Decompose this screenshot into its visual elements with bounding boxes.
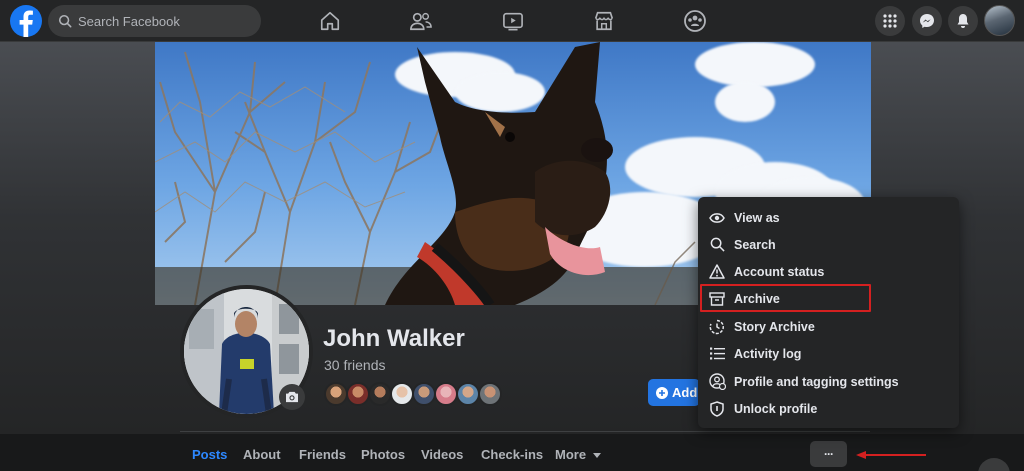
menu-item-label: View as [734, 210, 780, 225]
tab-more-label: More [555, 447, 587, 462]
tabs-divider [180, 431, 870, 432]
menu-item-story-archive[interactable]: Story Archive [698, 313, 959, 340]
menu-item-label: Profile and tagging settings [734, 374, 899, 389]
messenger-icon[interactable] [912, 6, 942, 36]
list-icon [708, 345, 726, 363]
facebook-logo-icon[interactable] [10, 5, 42, 37]
menu-item-label: Search [734, 237, 776, 252]
friends-icon[interactable] [408, 8, 434, 34]
friends-count[interactable]: 30 friends [324, 357, 385, 373]
more-options-label: ··· [824, 447, 834, 461]
more-options-button[interactable]: ··· [810, 441, 847, 467]
search-input[interactable] [78, 13, 248, 29]
tab-friends[interactable]: Friends [299, 447, 346, 462]
friend-avatar[interactable] [390, 382, 414, 406]
friend-avatar[interactable] [368, 382, 392, 406]
friend-avatar[interactable] [324, 382, 348, 406]
tab-more[interactable]: More [555, 447, 601, 462]
home-icon[interactable] [317, 8, 343, 34]
archive-highlight-box [700, 284, 871, 312]
tab-photos[interactable]: Photos [361, 447, 405, 462]
menu-item-profile-tagging-settings[interactable]: Profile and tagging settings [698, 368, 959, 395]
menu-item-activity-log[interactable]: Activity log [698, 340, 959, 367]
friend-avatar[interactable] [412, 382, 436, 406]
menu-grid-icon[interactable] [875, 6, 905, 36]
marketplace-icon[interactable] [591, 8, 617, 34]
menu-item-unlock-profile[interactable]: Unlock profile [698, 395, 959, 422]
menu-item-label: Story Archive [734, 319, 815, 334]
friend-avatar[interactable] [434, 382, 458, 406]
add-button-label: Add [672, 385, 698, 400]
menu-item-label: Unlock profile [734, 401, 818, 416]
profile-options-menu: View as Search Account status Archive St… [698, 197, 959, 428]
add-to-story-button[interactable]: Add [648, 379, 700, 406]
friend-avatar[interactable] [478, 382, 502, 406]
edit-corner-button[interactable] [978, 458, 1010, 471]
menu-item-view-as[interactable]: View as [698, 204, 959, 231]
groups-icon[interactable] [682, 8, 708, 34]
friend-avatar[interactable] [346, 382, 370, 406]
camera-icon[interactable] [279, 384, 305, 410]
notifications-icon[interactable] [948, 6, 978, 36]
menu-item-account-status[interactable]: Account status [698, 258, 959, 285]
search-icon [58, 14, 72, 28]
red-arrow-annotation [856, 451, 926, 459]
account-avatar[interactable] [984, 5, 1015, 36]
menu-item-search[interactable]: Search [698, 231, 959, 258]
friend-avatar[interactable] [456, 382, 480, 406]
shield-icon [708, 400, 726, 418]
watch-icon[interactable] [500, 8, 526, 34]
menu-item-label: Activity log [734, 346, 802, 361]
story-archive-icon [708, 318, 726, 336]
menu-item-label: Account status [734, 264, 825, 279]
warning-icon [708, 263, 726, 281]
eye-icon [708, 209, 726, 227]
search-bar[interactable] [48, 5, 261, 37]
tab-about[interactable]: About [243, 447, 281, 462]
plus-icon [656, 386, 668, 399]
caret-down-icon [592, 452, 601, 458]
profile-settings-icon [708, 373, 726, 391]
tab-check-ins[interactable]: Check-ins [481, 447, 543, 462]
profile-name: John Walker [323, 325, 465, 352]
tab-videos[interactable]: Videos [421, 447, 463, 462]
search-icon [708, 236, 726, 254]
top-navigation-bar [0, 0, 1024, 42]
tab-posts[interactable]: Posts [192, 447, 227, 462]
